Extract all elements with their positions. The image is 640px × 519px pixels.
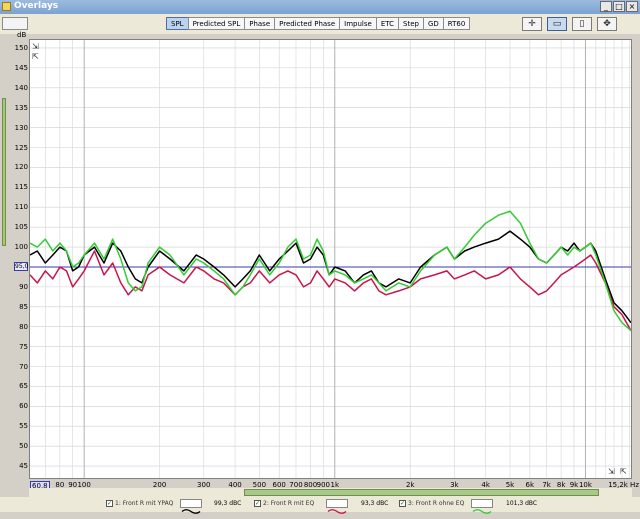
plot-area[interactable]: ⇲ ⇱ ⇲ ⇱ — [29, 39, 632, 479]
horizontal-scrollbar[interactable] — [29, 488, 632, 497]
tab-predicted-phase[interactable]: Predicted Phase — [274, 17, 341, 30]
zoom-out-y-icon[interactable]: ⇱ — [32, 52, 39, 61]
graph-tabs: SPL Predicted SPL Phase Predicted Phase … — [166, 17, 471, 31]
y-tick-label: 140 — [14, 83, 28, 92]
y-axis-unit: dB — [17, 31, 27, 39]
zoom-out-x-icon[interactable]: ⇱ — [620, 467, 627, 476]
legend-checkbox-3[interactable]: ✓ — [399, 500, 406, 507]
y-tick-label: 110 — [14, 203, 28, 212]
legend-swatch-2[interactable] — [326, 499, 348, 514]
y-tick-label: 85 — [19, 302, 28, 311]
move-icon[interactable]: ✥ — [597, 17, 617, 31]
y-tick-label: 150 — [14, 43, 28, 52]
series-line-1 — [29, 230, 632, 324]
tab-predicted-spl[interactable]: Predicted SPL — [187, 17, 246, 30]
legend-label-3: 3: Front R ohne EQ — [408, 500, 465, 507]
y-tick-label: 55 — [19, 422, 28, 431]
toolbar-menu-button[interactable] — [2, 17, 28, 30]
y-tick-label: 65 — [19, 382, 28, 391]
horizontal-scroll-thumb[interactable] — [244, 489, 599, 496]
y-tick-label: 145 — [14, 63, 28, 72]
legend-checkbox-1[interactable]: ✓ — [106, 500, 113, 507]
y-tick-label: 50 — [19, 442, 28, 451]
split-view-icon[interactable]: ▯ — [572, 17, 592, 31]
y-tick-label: 125 — [14, 143, 28, 152]
window-title: Overlays — [14, 1, 59, 11]
y-tick-label: 60 — [19, 402, 28, 411]
y-tick-label: 90 — [19, 282, 28, 291]
graph-view-icon[interactable]: ▭ — [547, 17, 567, 31]
series-line-2 — [29, 250, 632, 332]
maximize-button[interactable]: □ — [613, 1, 625, 12]
zoom-in-y-icon[interactable]: ⇲ — [32, 42, 39, 51]
tab-impulse[interactable]: Impulse — [339, 17, 377, 30]
y-tick-label: 130 — [14, 123, 28, 132]
legend-checkbox-2[interactable]: ✓ — [254, 500, 261, 507]
y-tick-label: 70 — [19, 362, 28, 371]
y-tick-label: 45 — [19, 462, 28, 471]
legend-label-1: 1: Front R mit YPAQ — [115, 500, 174, 507]
tab-spl[interactable]: SPL — [166, 17, 189, 30]
y-tick-label: 80 — [19, 322, 28, 331]
spl-chart — [29, 40, 632, 478]
y-tick-label: 105 — [14, 223, 28, 232]
legend-value-3: 101,3 dBC — [506, 500, 538, 507]
series-line-3 — [29, 210, 632, 332]
app-icon — [2, 2, 11, 11]
legend-value-1: 99,3 dBC — [214, 500, 242, 507]
left-scroll-thumb[interactable] — [2, 98, 6, 246]
toolbar: SPL Predicted SPL Phase Predicted Phase … — [0, 14, 640, 34]
tab-phase[interactable]: Phase — [244, 17, 276, 30]
y-tick-label: 115 — [14, 183, 28, 192]
y-tick-label: 135 — [14, 103, 28, 112]
legend-value-2: 93,3 dBC — [361, 500, 389, 507]
y-tick-label: 100 — [14, 243, 28, 252]
left-scrollbar[interactable] — [0, 34, 8, 488]
window-titlebar: Overlays _ □ × — [0, 0, 640, 14]
close-button[interactable]: × — [626, 1, 638, 12]
cursor-icon[interactable]: ✛ — [522, 17, 542, 31]
y-tick-label: 75 — [19, 342, 28, 351]
tab-etc[interactable]: ETC — [375, 17, 399, 30]
tab-step[interactable]: Step — [398, 17, 424, 30]
tab-rt60[interactable]: RT60 — [442, 17, 471, 30]
minimize-button[interactable]: _ — [600, 1, 612, 12]
legend-swatch-3[interactable] — [471, 499, 493, 514]
legend-label-2: 2: Front R mit EQ — [263, 500, 315, 507]
zoom-in-x-icon[interactable]: ⇲ — [608, 467, 615, 476]
legend-bar: ✓ 1: Front R mit YPAQ 99,3 dBC ✓ 2: Fron… — [0, 497, 640, 514]
legend-swatch-1[interactable] — [180, 499, 202, 514]
reference-level-label[interactable]: 95,0 — [14, 262, 28, 271]
y-tick-label: 120 — [14, 163, 28, 172]
tab-gd[interactable]: GD — [422, 17, 444, 30]
